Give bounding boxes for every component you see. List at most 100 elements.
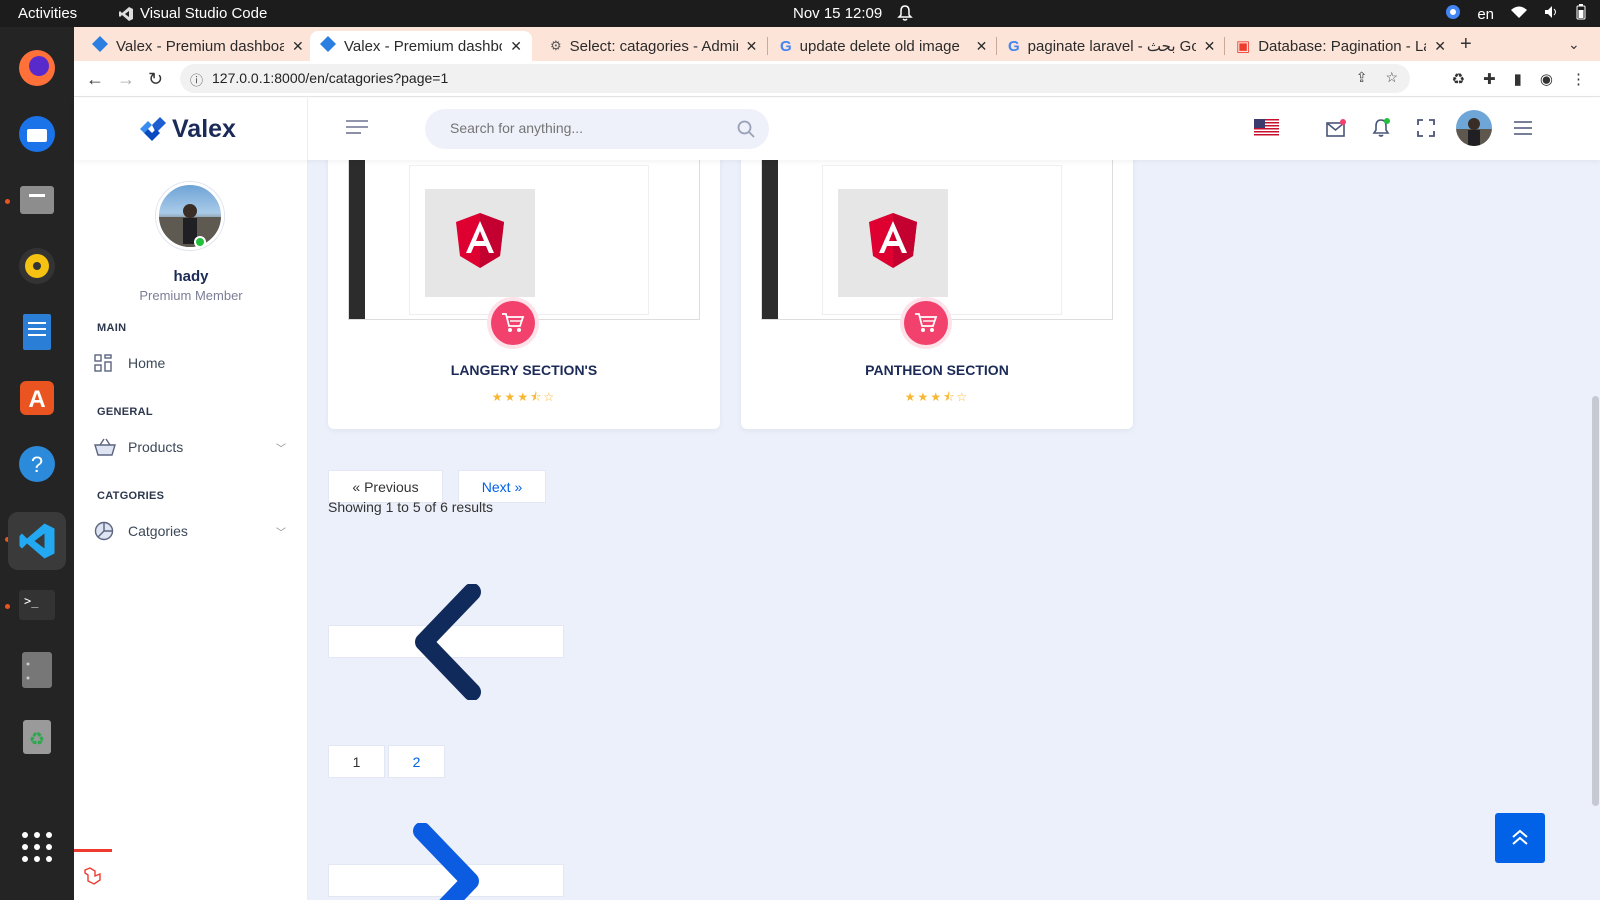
back-arrow-icon[interactable]: ← bbox=[86, 69, 104, 90]
close-icon[interactable]: ✕ bbox=[510, 38, 522, 55]
focused-app-indicator[interactable]: Visual Studio Code bbox=[118, 5, 267, 22]
main-content: LANGERY SECTION'S ★★★⯪☆ PANTHEON SECTION… bbox=[308, 160, 1600, 900]
battery-icon[interactable] bbox=[1576, 4, 1586, 24]
close-icon[interactable]: ✕ bbox=[292, 38, 304, 55]
google-favicon-icon: G bbox=[780, 37, 792, 55]
tab-google-2[interactable]: G paginate laravel - بحث Google ✕ bbox=[998, 31, 1225, 61]
user-avatar[interactable] bbox=[1455, 109, 1493, 152]
scrollbar-thumb[interactable] bbox=[1592, 396, 1599, 806]
sidebar-item-catgories[interactable]: Catgories ﹀ bbox=[94, 516, 288, 546]
valex-logo-icon bbox=[140, 117, 166, 141]
clock[interactable]: Nov 15 12:09 bbox=[793, 5, 882, 22]
back-to-top-button[interactable] bbox=[1495, 813, 1545, 863]
google-favicon-icon: G bbox=[1008, 37, 1020, 55]
page-2-link[interactable]: 2 bbox=[388, 745, 445, 778]
thunderbird-icon[interactable] bbox=[14, 111, 60, 157]
share-icon[interactable]: ⇪ bbox=[1356, 69, 1368, 86]
laravel-favicon-icon: ▣ bbox=[1236, 38, 1251, 55]
user-role: Premium Member bbox=[139, 288, 243, 303]
close-icon[interactable]: ✕ bbox=[976, 38, 988, 55]
rhythmbox-icon[interactable] bbox=[14, 243, 60, 289]
tab-title: Valex - Premium dashboard bbox=[344, 37, 502, 55]
chevron-right-icon[interactable] bbox=[412, 822, 482, 900]
svg-text:?: ? bbox=[31, 452, 43, 477]
libreoffice-writer-icon[interactable] bbox=[14, 309, 60, 355]
sidebar-category-general: GENERAL bbox=[97, 406, 153, 418]
new-tab-button[interactable]: + bbox=[1460, 33, 1472, 56]
tab-title: update delete old image bbox=[799, 37, 960, 55]
sidebar-item-products[interactable]: Products ﹀ bbox=[94, 432, 288, 462]
svg-text:A: A bbox=[28, 386, 45, 413]
extensions-puzzle-icon[interactable]: ✚ bbox=[1483, 70, 1496, 88]
chevron-down-icon[interactable]: ⌄ bbox=[1568, 36, 1580, 53]
side-panel-icon[interactable]: ▮ bbox=[1514, 70, 1522, 88]
wifi-icon[interactable] bbox=[1510, 5, 1528, 23]
right-sidebar-menu-icon[interactable] bbox=[1514, 121, 1532, 140]
forward-arrow-icon[interactable]: → bbox=[117, 69, 135, 90]
application-dock: A ? >_ ♻ bbox=[0, 27, 74, 900]
rating-stars: ★★★⯪☆ bbox=[491, 390, 557, 404]
sidebar-item-home[interactable]: Home bbox=[94, 348, 288, 378]
bookmark-star-icon[interactable]: ☆ bbox=[1385, 69, 1398, 86]
mail-icon[interactable] bbox=[1325, 118, 1347, 143]
chevron-left-icon[interactable] bbox=[412, 583, 482, 705]
category-card: PANTHEON SECTION ★★★⯪☆ bbox=[741, 160, 1133, 429]
disks-icon[interactable] bbox=[14, 647, 60, 693]
fullscreen-icon[interactable] bbox=[1417, 119, 1435, 142]
site-info-icon[interactable]: ⓘ bbox=[190, 70, 203, 89]
pagination-summary: Showing 1 to 5 of 6 results bbox=[328, 499, 493, 515]
close-icon[interactable]: ✕ bbox=[1204, 38, 1216, 55]
card-title[interactable]: LANGERY SECTION'S bbox=[328, 362, 720, 378]
app-center-icon[interactable]: A bbox=[14, 375, 60, 421]
chevron-down-icon: ﹀ bbox=[276, 444, 286, 455]
category-image[interactable] bbox=[348, 160, 700, 320]
chevron-down-icon: ﹀ bbox=[276, 528, 286, 539]
recycle-extension-icon[interactable]: ♻ bbox=[1452, 70, 1465, 88]
terminal-icon[interactable]: >_ bbox=[14, 582, 60, 628]
search-icon[interactable] bbox=[737, 120, 755, 143]
page-scrollbar[interactable] bbox=[1590, 160, 1600, 900]
tab-title: Database: Pagination - Laravel bbox=[1258, 37, 1426, 55]
card-title[interactable]: PANTHEON SECTION bbox=[741, 362, 1133, 378]
tab-valex-1[interactable]: Valex - Premium dashboard ✕ bbox=[82, 31, 314, 61]
show-applications-icon[interactable] bbox=[14, 824, 60, 870]
profile-avatar-icon[interactable]: ◉ bbox=[1540, 70, 1553, 88]
more-menu-icon[interactable]: ⋮ bbox=[1571, 70, 1586, 88]
firefox-icon[interactable] bbox=[14, 45, 60, 91]
tab-title: Valex - Premium dashboard bbox=[116, 37, 284, 55]
valex-logo[interactable]: Valex bbox=[136, 113, 236, 145]
logo-text: Valex bbox=[172, 114, 236, 143]
tab-google-1[interactable]: G update delete old image ✕ bbox=[770, 31, 997, 61]
keyboard-layout[interactable]: en bbox=[1477, 6, 1494, 23]
laravel-debugbar-toggle[interactable] bbox=[74, 849, 112, 900]
tab-valex-2[interactable]: Valex - Premium dashboard ✕ bbox=[310, 31, 532, 61]
close-icon[interactable]: ✕ bbox=[1434, 38, 1446, 55]
vscode-dock-icon[interactable] bbox=[8, 512, 66, 570]
add-to-cart-button[interactable] bbox=[491, 301, 535, 345]
search-input[interactable] bbox=[450, 120, 730, 136]
close-icon[interactable]: ✕ bbox=[746, 38, 758, 55]
profile-avatar[interactable] bbox=[156, 182, 224, 250]
chrome-tray-icon[interactable] bbox=[1445, 4, 1461, 24]
tab-phpmyadmin[interactable]: ⚙ Select: catagories - Admin ✕ bbox=[540, 31, 767, 61]
category-image[interactable] bbox=[761, 160, 1113, 320]
url-field[interactable]: ⓘ 127.0.0.1:8000/en/catagories?page=1 ⇪ … bbox=[180, 64, 1410, 93]
notifications-icon[interactable] bbox=[1371, 117, 1393, 144]
sidebar-toggle-icon[interactable] bbox=[346, 119, 368, 140]
help-icon[interactable]: ? bbox=[14, 441, 60, 487]
activities-button[interactable]: Activities bbox=[18, 5, 77, 22]
tab-laravel-docs[interactable]: ▣ Database: Pagination - Laravel ✕ bbox=[1226, 31, 1456, 61]
phpmyadmin-favicon-icon: ⚙ bbox=[550, 38, 562, 53]
add-to-cart-button[interactable] bbox=[904, 301, 948, 345]
reload-icon[interactable]: ↻ bbox=[148, 69, 163, 90]
notification-bell-icon[interactable] bbox=[897, 4, 913, 26]
system-tray[interactable]: en bbox=[1445, 4, 1586, 24]
valex-favicon-icon bbox=[92, 36, 108, 56]
us-flag-icon[interactable] bbox=[1254, 119, 1279, 141]
valex-favicon-icon bbox=[320, 36, 336, 56]
sidebar-item-label: Products bbox=[128, 439, 184, 455]
files-icon[interactable] bbox=[14, 177, 60, 223]
trash-icon[interactable]: ♻ bbox=[14, 713, 60, 759]
volume-icon[interactable] bbox=[1544, 5, 1560, 23]
tab-separator bbox=[767, 37, 768, 55]
